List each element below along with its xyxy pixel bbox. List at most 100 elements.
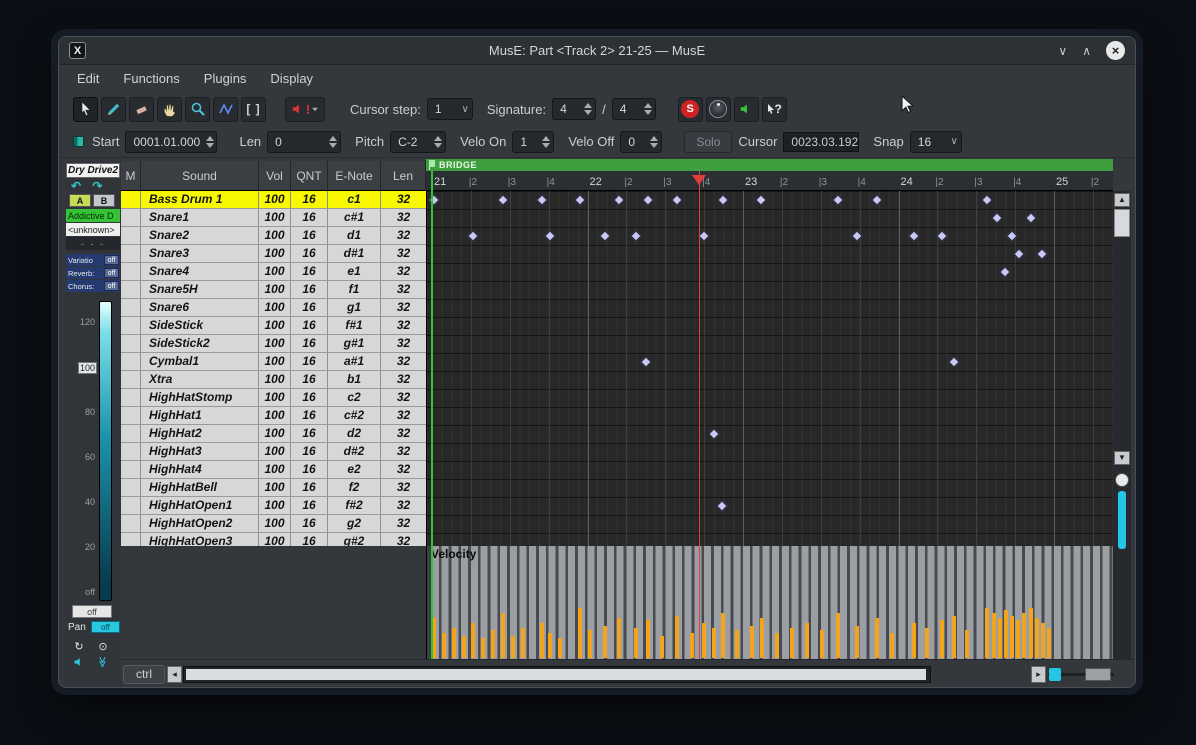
- len-cell[interactable]: 32: [381, 353, 426, 370]
- playhead-line[interactable]: [699, 171, 700, 659]
- qnt-cell[interactable]: 16: [291, 479, 328, 496]
- init-icon[interactable]: ↻: [71, 639, 87, 653]
- mute-cell[interactable]: [121, 263, 141, 280]
- mute-cell[interactable]: [121, 227, 141, 244]
- len-cell[interactable]: 32: [381, 317, 426, 334]
- track-row[interactable]: Snare210016d132: [121, 227, 426, 245]
- snap-combo[interactable]: 16 ∨: [910, 131, 962, 153]
- record-icon[interactable]: ⊙: [95, 639, 111, 653]
- solo-button[interactable]: Solo: [684, 131, 732, 153]
- vol-cell[interactable]: 100: [259, 245, 291, 262]
- drum-note[interactable]: [467, 230, 478, 241]
- velocity-bar[interactable]: [1016, 620, 1020, 658]
- mute-cell[interactable]: [121, 335, 141, 352]
- draw-tool-button[interactable]: [213, 97, 238, 122]
- track-row[interactable]: HighHatOpen310016g#232: [121, 533, 426, 546]
- velocity-bar[interactable]: [588, 630, 592, 658]
- horizontal-scroll-thumb[interactable]: [186, 669, 926, 680]
- drum-note[interactable]: [717, 194, 728, 205]
- enote-cell[interactable]: g2: [328, 515, 381, 532]
- vol-cell[interactable]: 100: [259, 191, 291, 208]
- mute-cell[interactable]: [121, 317, 141, 334]
- pan-tool-button[interactable]: [157, 97, 182, 122]
- len-cell[interactable]: 32: [381, 497, 426, 514]
- mute-cell[interactable]: [121, 245, 141, 262]
- midi-in-button[interactable]: [706, 97, 731, 122]
- app-icon[interactable]: X: [69, 42, 86, 59]
- mute-cell[interactable]: [121, 353, 141, 370]
- drum-note[interactable]: [497, 194, 508, 205]
- punch-tool-button[interactable]: [ ]: [241, 97, 266, 122]
- velo-off-spinbox[interactable]: 0: [620, 131, 662, 153]
- vol-cell[interactable]: 100: [259, 281, 291, 298]
- sound-name[interactable]: Snare6: [141, 299, 259, 316]
- vol-cell[interactable]: 100: [259, 263, 291, 280]
- sound-name[interactable]: HighHatStomp: [141, 389, 259, 406]
- playhead-marker-icon[interactable]: [692, 175, 706, 185]
- spinner-arrows[interactable]: [434, 136, 442, 148]
- hzoom-handle[interactable]: [1085, 668, 1111, 681]
- drum-note[interactable]: [698, 230, 709, 241]
- track-row[interactable]: Snare610016g132: [121, 299, 426, 317]
- spinner-arrows[interactable]: [542, 136, 550, 148]
- ruler[interactable]: 21|2|3|422|2|3|423|2|3|424|2|3|425|2: [426, 171, 1113, 191]
- qnt-cell[interactable]: 16: [291, 497, 328, 514]
- sound-name[interactable]: Bass Drum 1: [141, 191, 259, 208]
- velocity-bar[interactable]: [750, 626, 754, 658]
- velocity-bar[interactable]: [890, 633, 894, 658]
- velocity-bar[interactable]: [558, 638, 562, 658]
- track-row[interactable]: HighHatOpen110016f#232: [121, 497, 426, 515]
- synth-name[interactable]: Addictive D: [66, 209, 120, 222]
- spinner-arrows[interactable]: [206, 136, 214, 148]
- drum-note[interactable]: [716, 500, 727, 511]
- velocity-bar[interactable]: [660, 636, 664, 658]
- len-cell[interactable]: 32: [381, 281, 426, 298]
- velocity-bar[interactable]: [775, 633, 779, 658]
- drum-note[interactable]: [574, 194, 585, 205]
- spinner-arrows[interactable]: [644, 103, 652, 115]
- len-cell[interactable]: 32: [381, 407, 426, 424]
- len-spinbox[interactable]: 0: [267, 131, 341, 153]
- drum-note[interactable]: [599, 230, 610, 241]
- enote-cell[interactable]: g#1: [328, 335, 381, 352]
- mute-cell[interactable]: [121, 515, 141, 532]
- qnt-cell[interactable]: 16: [291, 227, 328, 244]
- qnt-cell[interactable]: 16: [291, 371, 328, 388]
- velocity-bar[interactable]: [1041, 623, 1045, 658]
- patch-prev-next-icons[interactable]: ↶ ↷: [71, 179, 106, 193]
- close-icon[interactable]: ×: [1106, 41, 1125, 60]
- qnt-cell[interactable]: 16: [291, 263, 328, 280]
- enote-cell[interactable]: f#1: [328, 317, 381, 334]
- chorus-control[interactable]: Chorus: off: [66, 280, 120, 292]
- mute-cell[interactable]: [121, 209, 141, 226]
- track-row[interactable]: Snare110016c#132: [121, 209, 426, 227]
- enote-cell[interactable]: c1: [328, 191, 381, 208]
- vol-cell[interactable]: 100: [259, 407, 291, 424]
- vol-cell[interactable]: 100: [259, 533, 291, 546]
- enote-cell[interactable]: c#2: [328, 407, 381, 424]
- qnt-cell[interactable]: 16: [291, 389, 328, 406]
- ctrl-button[interactable]: ctrl: [123, 665, 165, 684]
- len-cell[interactable]: 32: [381, 245, 426, 262]
- route-chevrons-icon[interactable]: ≫: [96, 654, 110, 670]
- sound-name[interactable]: Cymbal1: [141, 353, 259, 370]
- enote-cell[interactable]: d2: [328, 425, 381, 442]
- volume-fader[interactable]: [99, 301, 112, 601]
- qnt-cell[interactable]: 16: [291, 425, 328, 442]
- signature-denominator-spinbox[interactable]: 4: [612, 98, 656, 120]
- vol-cell[interactable]: 100: [259, 209, 291, 226]
- qnt-cell[interactable]: 16: [291, 245, 328, 262]
- pan-slider[interactable]: off: [91, 621, 120, 633]
- velocity-bar[interactable]: [735, 630, 739, 658]
- header-mute[interactable]: M: [121, 161, 141, 190]
- a-button[interactable]: A: [69, 194, 91, 207]
- enote-cell[interactable]: g1: [328, 299, 381, 316]
- len-cell[interactable]: 32: [381, 461, 426, 478]
- velocity-bar[interactable]: [702, 623, 706, 658]
- velocity-bar[interactable]: [952, 616, 956, 658]
- track-row[interactable]: HighHatStomp10016c232: [121, 389, 426, 407]
- vol-cell[interactable]: 100: [259, 443, 291, 460]
- drum-note[interactable]: [642, 194, 653, 205]
- velocity-bar[interactable]: [471, 623, 475, 658]
- vol-cell[interactable]: 100: [259, 461, 291, 478]
